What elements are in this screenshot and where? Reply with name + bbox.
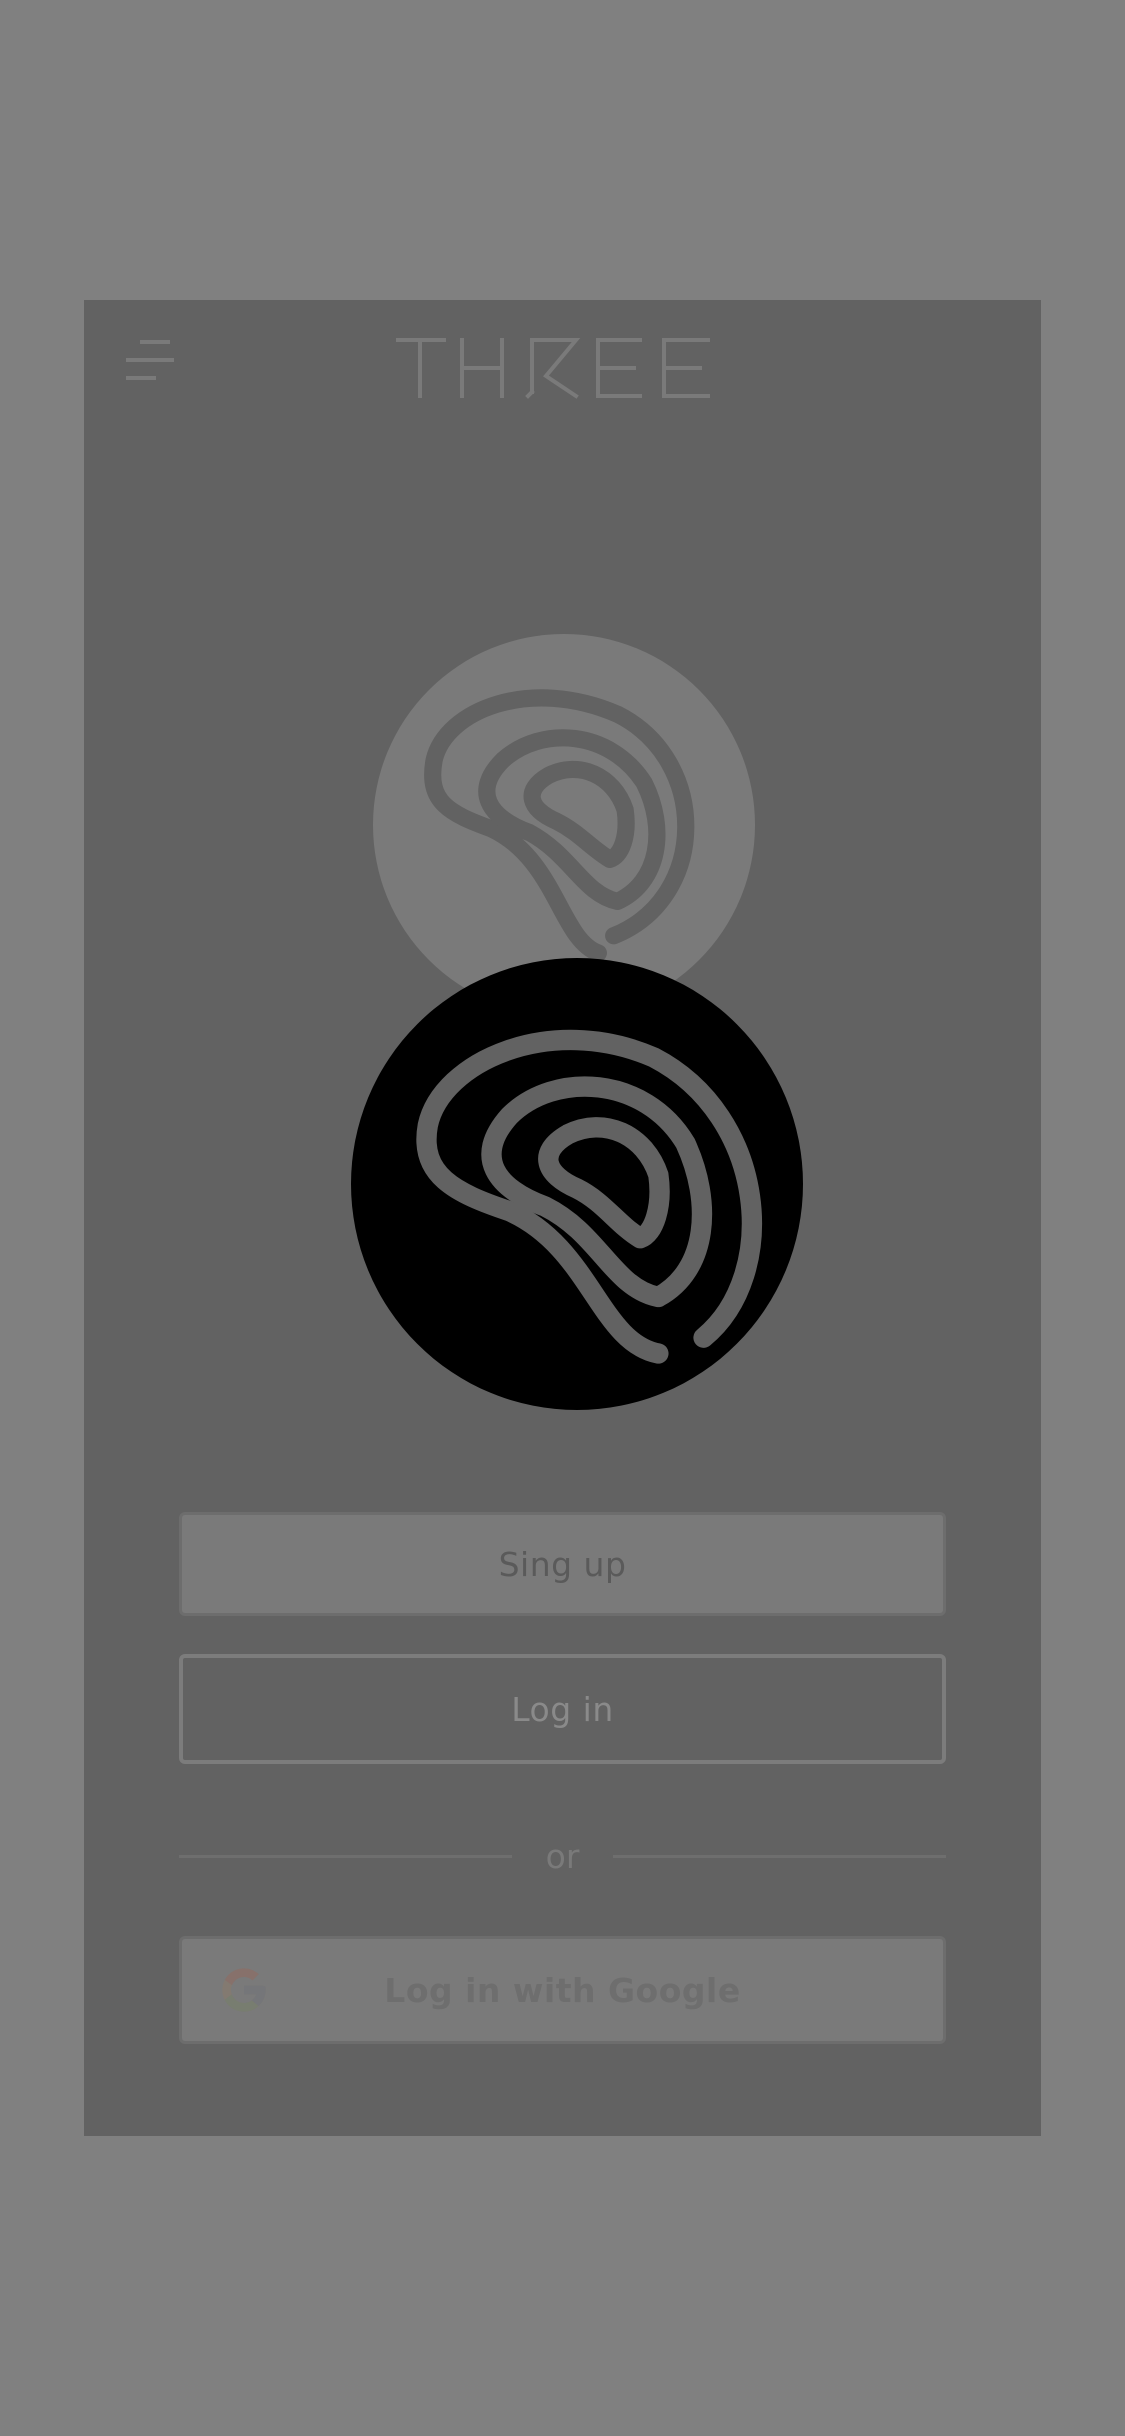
spiral-swirl-logo-icon — [351, 958, 803, 1410]
google-login-label: Log in with Google — [384, 1970, 741, 2010]
login-button-label: Log in — [511, 1689, 614, 1729]
signup-button-label: Sing up — [498, 1544, 627, 1584]
divider-text: or — [545, 1836, 580, 1876]
divider-line-right — [613, 1854, 947, 1858]
hamburger-menu-icon[interactable] — [122, 338, 174, 384]
screen: Sing up Log in or Log in with Google — [0, 0, 1125, 2436]
signup-button[interactable]: Sing up — [179, 1512, 946, 1616]
login-button[interactable]: Log in — [179, 1654, 946, 1764]
or-divider: or — [179, 1830, 947, 1882]
brand-wordmark — [394, 336, 712, 400]
divider-line-left — [179, 1854, 512, 1858]
google-login-button[interactable]: Log in with Google — [179, 1936, 946, 2044]
auth-card: Sing up Log in or Log in with Google — [84, 300, 1041, 2136]
google-g-icon — [218, 1964, 270, 2016]
